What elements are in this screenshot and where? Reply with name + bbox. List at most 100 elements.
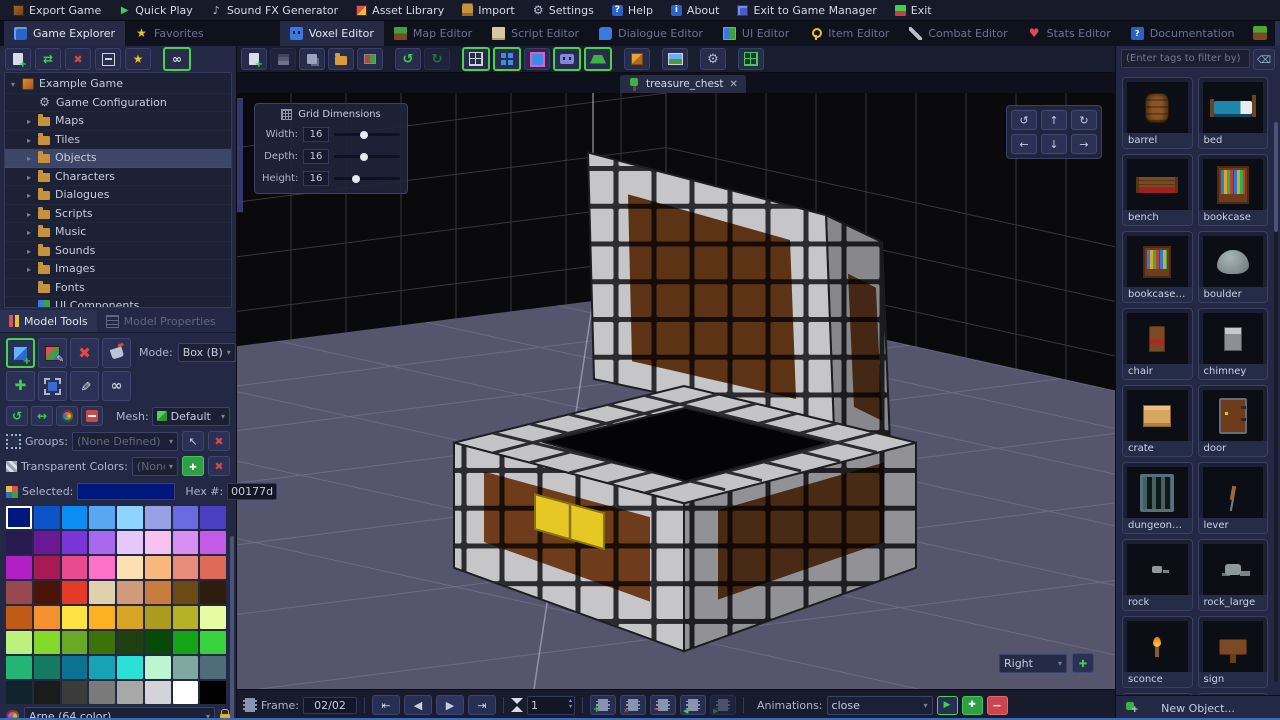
menu-item[interactable]: Exit: [886, 0, 941, 20]
tree-item[interactable]: Example Game: [5, 75, 231, 94]
palette-swatch[interactable]: [61, 681, 88, 704]
tree-item[interactable]: Images: [5, 260, 231, 279]
voxel-toolbar-button[interactable]: [241, 48, 267, 70]
voxel-toolbar-button[interactable]: [270, 48, 296, 70]
palette-swatch[interactable]: [61, 581, 88, 604]
palette-swatch[interactable]: [89, 506, 115, 529]
frame-duration-input[interactable]: 1 ▴ ▾: [526, 695, 575, 715]
tree-item[interactable]: Dialogues: [5, 186, 231, 205]
palette-swatch[interactable]: [89, 606, 115, 629]
palette-swatch[interactable]: [6, 531, 32, 554]
voxel-toolbar-button[interactable]: [462, 47, 490, 71]
camera-nav-button[interactable]: [1041, 110, 1067, 130]
library-item[interactable]: rock_large: [1197, 539, 1268, 611]
library-item[interactable]: bench: [1122, 154, 1193, 226]
model-tool-button[interactable]: [102, 371, 131, 401]
palette-select[interactable]: Arne (64 color): [24, 706, 215, 720]
clear-filter-button[interactable]: [1253, 49, 1275, 70]
library-category-tab[interactable]: [1245, 20, 1275, 46]
transparent-colors-select[interactable]: (None): [131, 456, 178, 476]
voxel-toolbar-button[interactable]: [662, 48, 688, 70]
center-view-button[interactable]: [1072, 653, 1094, 673]
tree-item[interactable]: Tiles: [5, 131, 231, 150]
palette-swatch[interactable]: [89, 656, 115, 679]
library-item[interactable]: barrel: [1122, 77, 1193, 149]
hex-input[interactable]: 00177d: [227, 483, 278, 500]
close-tab-icon[interactable]: ✕: [730, 79, 738, 90]
palette-swatch[interactable]: [144, 581, 171, 604]
palette-swatch[interactable]: [117, 506, 143, 529]
frame-op-button[interactable]: [619, 695, 646, 715]
explorer-toolbar-button[interactable]: [65, 48, 91, 70]
model-small-tool-button[interactable]: [6, 406, 28, 426]
tag-filter-input[interactable]: [1121, 49, 1250, 68]
palette-swatch[interactable]: [172, 556, 199, 579]
transport-button[interactable]: [435, 695, 464, 715]
editor-tab[interactable]: Documentation: [1121, 20, 1245, 46]
menu-item[interactable]: Asset Library: [347, 0, 453, 20]
menu-item[interactable]: Settings: [524, 0, 603, 20]
slider-thumb[interactable]: [360, 130, 369, 139]
palette-swatch[interactable]: [33, 531, 60, 554]
palette-swatch[interactable]: [172, 581, 199, 604]
palette-swatch[interactable]: [33, 506, 60, 529]
open-model-tab[interactable]: treasure_chest ✕: [620, 75, 746, 93]
mesh-select[interactable]: Default: [151, 406, 230, 426]
dimension-value[interactable]: 16: [303, 149, 329, 164]
library-item[interactable]: rock: [1122, 539, 1193, 611]
palette-swatch[interactable]: [172, 531, 199, 554]
palette-swatch[interactable]: [117, 656, 143, 679]
editor-tab[interactable]: Map Editor: [384, 20, 482, 46]
palette-swatch[interactable]: [144, 506, 171, 529]
groups-select[interactable]: (None Defined): [71, 431, 178, 451]
palette-swatch[interactable]: [144, 681, 171, 704]
camera-nav-button[interactable]: [1041, 134, 1067, 154]
explorer-toolbar-button[interactable]: [5, 48, 31, 70]
palette-swatch[interactable]: [6, 506, 32, 529]
palette-swatch[interactable]: [33, 581, 60, 604]
expand-arrow-icon[interactable]: [25, 133, 33, 146]
explorer-tab[interactable]: Game Explorer: [4, 20, 126, 46]
tree-item[interactable]: Sounds: [5, 242, 231, 261]
animation-select[interactable]: close: [826, 695, 933, 715]
remove-transparent-color-button[interactable]: [208, 456, 230, 476]
palette-swatch[interactable]: [144, 606, 171, 629]
editor-tab[interactable]: Combat Editor: [899, 20, 1017, 46]
delete-group-button[interactable]: [208, 431, 230, 451]
palette-swatch[interactable]: [61, 506, 88, 529]
model-tool-button[interactable]: [38, 371, 67, 401]
library-item[interactable]: boulder: [1197, 231, 1268, 303]
tree-item[interactable]: Objects: [5, 149, 231, 168]
palette-swatch[interactable]: [33, 656, 60, 679]
editor-tab[interactable]: Item Editor: [799, 20, 899, 46]
add-animation-button[interactable]: [961, 695, 983, 715]
model-small-tool-button[interactable]: [56, 406, 78, 426]
palette-swatch[interactable]: [200, 581, 226, 604]
palette-swatch[interactable]: [200, 556, 226, 579]
palette-swatch[interactable]: [61, 531, 88, 554]
palette-swatch[interactable]: [89, 581, 115, 604]
model-panel-tab[interactable]: Model Properties: [97, 310, 225, 332]
slider-thumb[interactable]: [351, 174, 360, 183]
palette-swatch[interactable]: [6, 681, 32, 704]
explorer-toolbar-button[interactable]: [163, 47, 191, 71]
palette-swatch[interactable]: [33, 556, 60, 579]
tree-item[interactable]: Scripts: [5, 205, 231, 224]
expand-arrow-icon[interactable]: [25, 207, 33, 220]
transport-button[interactable]: [371, 695, 400, 715]
palette-swatch[interactable]: [117, 606, 143, 629]
expand-arrow-icon[interactable]: [25, 114, 33, 127]
transport-button[interactable]: [403, 695, 432, 715]
menu-item[interactable]: Import: [453, 0, 524, 20]
menu-item[interactable]: Quick Play: [110, 0, 202, 20]
menu-item[interactable]: About: [662, 0, 729, 20]
palette-swatch[interactable]: [61, 556, 88, 579]
palette-swatch[interactable]: [89, 531, 115, 554]
voxel-toolbar-button[interactable]: [624, 48, 650, 70]
palette-swatch[interactable]: [89, 631, 115, 654]
tree-item[interactable]: Characters: [5, 168, 231, 187]
library-item[interactable]: bookcase_small: [1122, 231, 1193, 303]
voxel-toolbar-button[interactable]: [700, 48, 726, 70]
frame-op-button[interactable]: [679, 695, 706, 715]
palette-swatch[interactable]: [6, 581, 32, 604]
